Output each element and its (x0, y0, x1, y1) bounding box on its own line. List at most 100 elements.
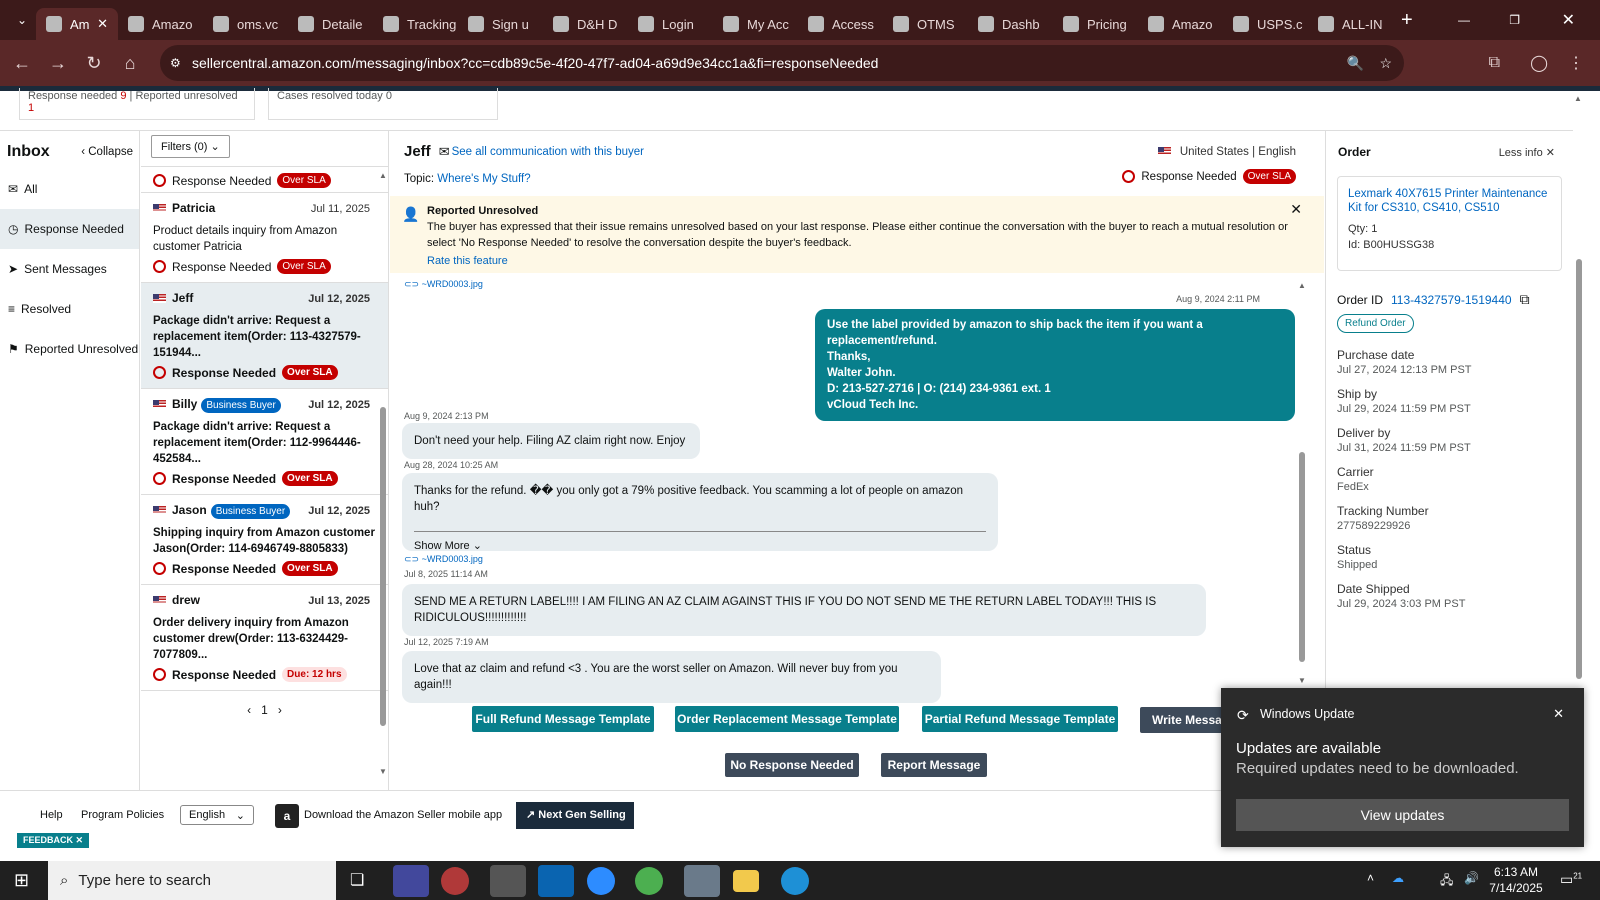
windows-start-icon[interactable]: ⊞ (14, 870, 29, 891)
browser-tab[interactable]: OTMS (883, 8, 968, 40)
restore-icon[interactable]: ❐ (1509, 13, 1520, 27)
browser-tab[interactable]: Am ✕ (36, 8, 118, 40)
browser-tab[interactable]: Amazo (1138, 8, 1223, 40)
bookmark-star-icon[interactable]: ☆ (1379, 45, 1392, 81)
back-icon[interactable]: ← (4, 53, 40, 74)
nav-item[interactable]: ◷ Response Needed (0, 209, 139, 249)
browser-tab[interactable]: oms.vc (203, 8, 288, 40)
home-icon[interactable]: ⌂ (112, 53, 148, 74)
list-item[interactable]: Patricia Jul 11, 2025 Product details in… (141, 193, 388, 283)
list-item-partial[interactable]: Response Needed Over SLA (141, 167, 388, 193)
nav-item[interactable]: ✉ All (0, 169, 139, 209)
browser-tab-bar: ⌄ Am ✕ Amazo oms.vc Detaile Tracking Sign u D&H… (0, 0, 1600, 40)
tab-close-icon[interactable]: ✕ (97, 16, 108, 32)
app-icon[interactable] (684, 865, 720, 897)
prev-page-icon[interactable]: ‹ (247, 703, 251, 717)
list-scrollbar[interactable]: ▲ ▼ (379, 171, 387, 776)
tab-search-icon[interactable]: ⌄ (8, 13, 36, 27)
report-message-button[interactable]: Report Message (881, 753, 987, 777)
browser-tab[interactable]: USPS.c (1223, 8, 1308, 40)
outlook-icon[interactable] (538, 865, 574, 897)
clock[interactable]: 6:13 AM 7/14/2025 (1488, 865, 1544, 895)
stat-count[interactable]: 9 (120, 90, 126, 102)
zoom-app-icon[interactable] (587, 867, 615, 895)
language-select[interactable]: English ⌄ (180, 805, 254, 825)
attachment-link[interactable]: ⊂⊃ ~WRD0003.jpg (404, 554, 483, 565)
reload-icon[interactable]: ↻ (76, 53, 112, 74)
stat-count[interactable]: 1 (28, 102, 34, 114)
sla-badge: Over SLA (277, 259, 331, 274)
chrome-profile-icon[interactable] (490, 865, 526, 897)
browser-menu-icon[interactable]: ⋮ (1568, 53, 1584, 73)
profile-icon[interactable]: ◯ (1530, 53, 1548, 73)
browser-tab[interactable]: My Acc (713, 8, 798, 40)
close-window-icon[interactable]: ✕ (1562, 10, 1575, 30)
new-tab-button[interactable]: + (1401, 9, 1413, 32)
order-id-link[interactable]: 113-4327579-1519440 (1391, 293, 1512, 307)
tray-chevron-icon[interactable]: ˄ (1367, 871, 1374, 885)
attachment-link[interactable]: ⊂⊃ ~WRD0003.jpg (404, 279, 483, 290)
site-info-icon[interactable]: ⚙ (170, 45, 181, 81)
chrome-icon[interactable] (441, 867, 469, 895)
browser-tab[interactable]: Detaile (288, 8, 373, 40)
browser-tab[interactable]: Tracking (373, 8, 458, 40)
browser-tab[interactable]: Access (798, 8, 883, 40)
list-item[interactable]: Jason Business Buyer Jul 12, 2025 Shippin… (141, 495, 388, 585)
volume-icon[interactable]: 🔊 (1464, 871, 1479, 885)
program-policies-link[interactable]: Program Policies (81, 809, 164, 821)
nav-item[interactable]: ≡ Resolved (0, 289, 139, 329)
download-app-link[interactable]: Download the Amazon Seller mobile app (304, 809, 502, 821)
less-info-button[interactable]: Less info ✕ (1499, 146, 1555, 159)
filters-button[interactable]: Filters (0) ⌄ (151, 135, 230, 158)
view-updates-button[interactable]: View updates (1236, 799, 1569, 831)
toast-close-icon[interactable]: ✕ (1553, 706, 1564, 722)
file-explorer-icon[interactable] (733, 870, 759, 892)
list-item[interactable]: Billy Business Buyer Jul 12, 2025 Package… (141, 389, 388, 495)
teams-icon[interactable] (393, 865, 429, 897)
network-icon[interactable]: 🖧 (1440, 871, 1453, 892)
chrome-icon-2[interactable] (635, 867, 663, 895)
browser-tab[interactable]: Pricing (1053, 8, 1138, 40)
rate-feature-link[interactable]: Rate this feature (427, 253, 1297, 269)
business-buyer-badge: Business Buyer (201, 398, 281, 413)
forward-icon[interactable]: → (40, 53, 76, 74)
product-link[interactable]: Lexmark 40X7615 Printer Maintenance Kit … (1348, 187, 1551, 215)
next-page-icon[interactable]: › (278, 703, 282, 717)
help-link[interactable]: Help (40, 809, 63, 821)
zoom-icon[interactable]: 🔍 (1347, 45, 1364, 81)
browser-tab[interactable]: Login (628, 8, 713, 40)
browser-tab[interactable]: D&H D (543, 8, 628, 40)
full-refund-template-button[interactable]: Full Refund Message Template (472, 706, 654, 732)
notification-count: 21 (1573, 871, 1583, 881)
collapse-button[interactable]: ‹ Collapse (81, 146, 133, 158)
url-field[interactable]: ⚙ sellercentral.amazon.com/messaging/inb… (160, 45, 1404, 81)
browser-tab[interactable]: Amazo (118, 8, 203, 40)
page-number[interactable]: 1 (261, 703, 268, 717)
task-view-icon[interactable]: ❏ (350, 870, 364, 890)
nav-item[interactable]: ➤ Sent Messages (0, 249, 139, 289)
nav-item[interactable]: ⚑ Reported Unresolved (0, 329, 139, 369)
extensions-icon[interactable]: ⧉ (1489, 54, 1500, 72)
onedrive-icon[interactable]: ☁ (1392, 871, 1404, 885)
refund-order-button[interactable]: Refund Order (1337, 314, 1414, 333)
show-more-button[interactable]: Show More ⌄ (414, 531, 986, 554)
edge-icon[interactable] (781, 867, 809, 895)
feedback-button[interactable]: FEEDBACK ✕ (17, 833, 90, 848)
taskbar-search[interactable]: ⌕ Type here to search (48, 861, 336, 900)
copy-icon[interactable]: ⧉ (1520, 291, 1530, 308)
order-replacement-template-button[interactable]: Order Replacement Message Template (675, 706, 899, 732)
conversation-scrollbar[interactable]: ▲ ▼ (1298, 281, 1306, 685)
browser-tab[interactable]: Sign u (458, 8, 543, 40)
browser-tab[interactable]: Dashb (968, 8, 1053, 40)
notification-icon[interactable]: ▭21 (1560, 871, 1582, 888)
browser-tab[interactable]: ALL-IN (1308, 8, 1393, 40)
topic-value[interactable]: Where's My Stuff? (437, 173, 530, 185)
banner-close-icon[interactable]: ✕ (1290, 201, 1302, 218)
list-item[interactable]: drew Jul 13, 2025 Order delivery inquiry… (141, 585, 388, 691)
minimize-icon[interactable]: — (1458, 13, 1470, 27)
list-item[interactable]: Jeff Jul 12, 2025 Package didn't arrive:… (141, 283, 388, 389)
no-response-needed-button[interactable]: No Response Needed (725, 753, 859, 777)
see-all-link[interactable]: See all communication with this buyer (452, 146, 644, 158)
partial-refund-template-button[interactable]: Partial Refund Message Template (922, 706, 1118, 732)
next-gen-selling-button[interactable]: ↗ Next Gen Selling (516, 802, 634, 829)
